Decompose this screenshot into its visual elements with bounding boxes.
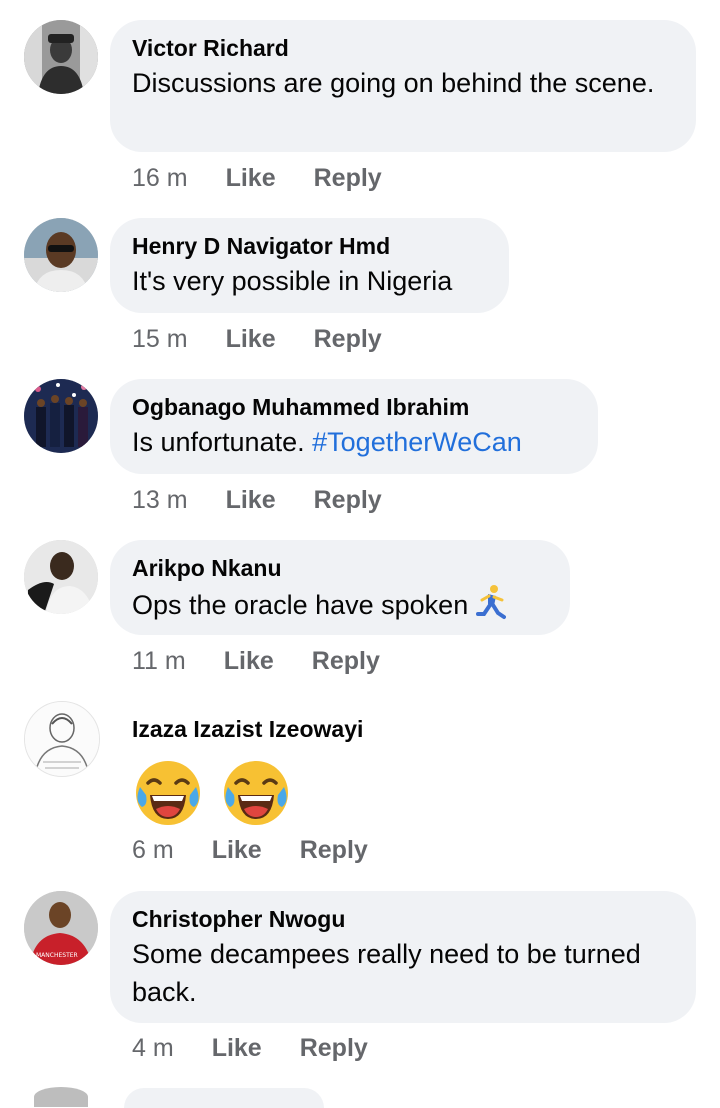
comment-text: Discussions are going on behind the scen… [132,68,655,98]
comment-bubble: Izaza Izazist Izeowayi [110,701,530,831]
commenter-name[interactable]: Christopher Nwogu [132,905,674,933]
comment-bubble: Christopher Nwogu Some decampees really … [110,891,696,1023]
avatar-photo-icon [24,379,98,453]
avatar-photo-icon [24,540,98,614]
avatar[interactable] [24,20,98,94]
like-button[interactable]: Like [212,836,262,866]
commenter-name[interactable]: Arikpo Nkanu [132,554,548,582]
avatar[interactable] [24,379,98,453]
like-button[interactable]: Like [226,486,276,516]
like-button[interactable]: Like [224,647,274,677]
running-person-emoji [476,585,507,619]
comment-bubble: Ogbanago Muhammed Ibrahim Is unfortunate… [110,379,598,474]
avatar-photo-icon [25,702,99,776]
like-button[interactable]: Like [212,1034,262,1064]
avatar-photo-icon [24,20,98,94]
avatar[interactable] [24,218,98,292]
laughing-tears-emoji [224,761,288,825]
comment-timestamp[interactable]: 4 m [132,1034,174,1064]
avatar-photo-icon [24,218,98,292]
comment-bubble: Henry D Navigator Hmd It's very possible… [110,218,509,313]
comment-timestamp[interactable]: 13 m [132,486,188,516]
avatar[interactable] [24,540,98,614]
comment-actions: 6 m Like Reply [132,836,368,866]
reply-button[interactable]: Reply [300,836,368,866]
next-comment-avatar[interactable] [34,1087,88,1107]
comment-timestamp[interactable]: 11 m [132,647,186,677]
comment-bubble: Arikpo Nkanu Ops the oracle have spoken [110,540,570,635]
avatar[interactable] [24,701,100,777]
comment-timestamp[interactable]: 15 m [132,325,188,355]
next-comment-bubble [124,1088,324,1108]
reply-button[interactable]: Reply [314,325,382,355]
comment-text: Ops the oracle have spoken [132,584,548,624]
reply-button[interactable]: Reply [314,486,382,516]
reply-button[interactable]: Reply [314,164,382,194]
comment-actions: 11 m Like Reply [132,647,380,677]
hashtag-link[interactable]: #TogetherWeCan [312,427,522,457]
commenter-name[interactable]: Izaza Izazist Izeowayi [132,715,508,743]
comment-bubble: Victor Richard Discussions are going on … [110,20,696,152]
comment-actions: 4 m Like Reply [132,1034,368,1064]
reply-button[interactable]: Reply [300,1034,368,1064]
like-button[interactable]: Like [226,164,276,194]
commenter-name[interactable]: Henry D Navigator Hmd [132,232,487,260]
comment-text: Some decampees really need to be turned … [132,939,641,1007]
comment-text: Is unfortunate. #TogetherWeCan [132,423,576,461]
comment-timestamp[interactable]: 6 m [132,836,174,866]
comment-timestamp[interactable]: 16 m [132,164,188,194]
avatar-jersey-text: MANCHESTER [36,952,78,959]
comment-text-body: Is unfortunate. [132,427,305,457]
commenter-name[interactable]: Victor Richard [132,34,674,62]
comment-actions: 15 m Like Reply [132,325,382,355]
like-button[interactable]: Like [226,325,276,355]
avatar-photo-icon: MANCHESTER [24,891,98,965]
comment-text-body: Ops the oracle have spoken [132,590,469,620]
comment-text: It's very possible in Nigeria [132,266,453,296]
reply-button[interactable]: Reply [312,647,380,677]
commenter-name[interactable]: Ogbanago Muhammed Ibrahim [132,393,576,421]
emoji-row [132,757,508,834]
comment-actions: 16 m Like Reply [132,164,382,194]
avatar[interactable]: MANCHESTER [24,891,98,965]
laughing-tears-emoji [136,761,200,825]
comment-actions: 13 m Like Reply [132,486,382,516]
